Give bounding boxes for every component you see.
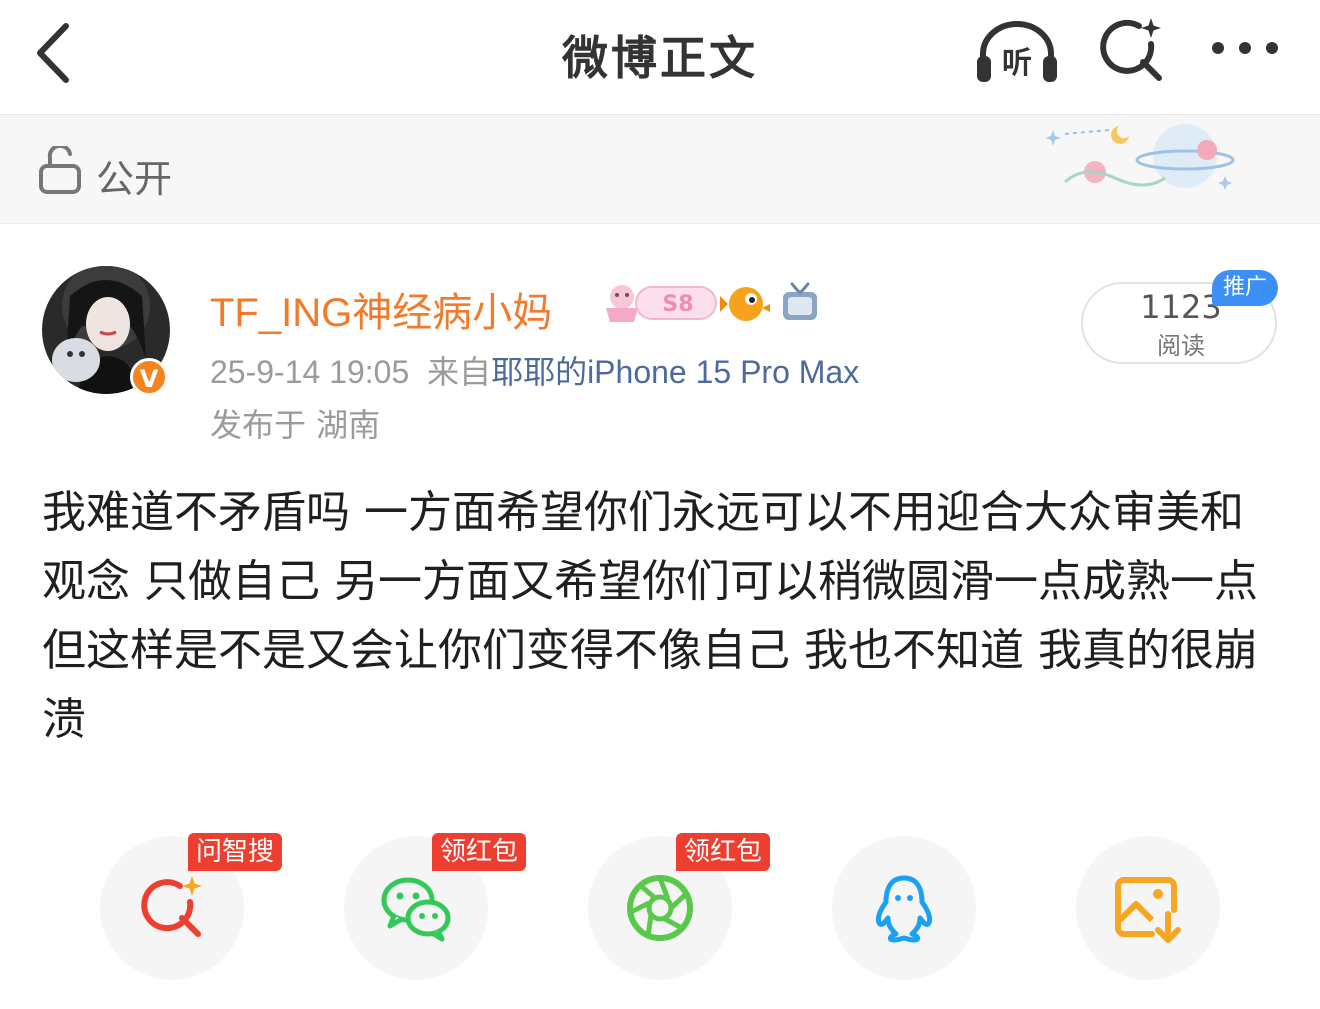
member-level-text: S8: [662, 292, 693, 317]
zhisou-tag: 问智搜: [188, 833, 283, 871]
post-location: 发布于 湖南: [210, 406, 381, 444]
tv-badge-icon: [783, 282, 817, 320]
post-meta: 25-9-14 19:05 来自耶耶的iPhone 15 Pro Max: [210, 347, 859, 393]
verified-badge: V: [130, 358, 168, 396]
moments-aperture-icon: [627, 875, 693, 941]
visibility-label: 公开: [96, 157, 173, 201]
wechat-icon: [381, 877, 451, 942]
headphones-listen-icon[interactable]: 听: [975, 16, 1059, 86]
member-level-badge: S8: [606, 285, 717, 322]
post-timestamp: 25-9-14 19:05: [210, 354, 410, 390]
device-link[interactable]: 耶耶的iPhone 15 Pro Max: [491, 354, 859, 390]
share-qq-button[interactable]: [832, 836, 976, 980]
read-label: 阅读: [1157, 332, 1205, 360]
post-text: 我难道不矛盾吗 一方面希望你们永远可以不用迎合大众审美和观念 只做自己 另一方面…: [42, 487, 1258, 745]
pufferfish-badge-icon: [720, 287, 770, 321]
username[interactable]: TF_ING神经病小妈: [210, 280, 552, 338]
wechat-tag: 领红包: [432, 833, 527, 871]
moments-tag: 领红包: [676, 833, 771, 871]
qq-penguin-icon: [875, 875, 933, 943]
unlock-icon: [39, 146, 81, 194]
sparkle-search-icon: [141, 876, 202, 937]
save-image-button[interactable]: [1076, 836, 1220, 980]
user-badges[interactable]: S8: [602, 280, 824, 326]
decorative-card-background: [1045, 124, 1235, 190]
more-options-icon[interactable]: [1208, 26, 1282, 70]
save-image-icon: [1115, 877, 1181, 943]
source-prefix: 来自: [427, 354, 492, 390]
promote-tag[interactable]: 推广: [1212, 270, 1278, 306]
listen-label: 听: [1002, 46, 1032, 81]
sparkle-search-icon[interactable]: [1095, 14, 1167, 86]
